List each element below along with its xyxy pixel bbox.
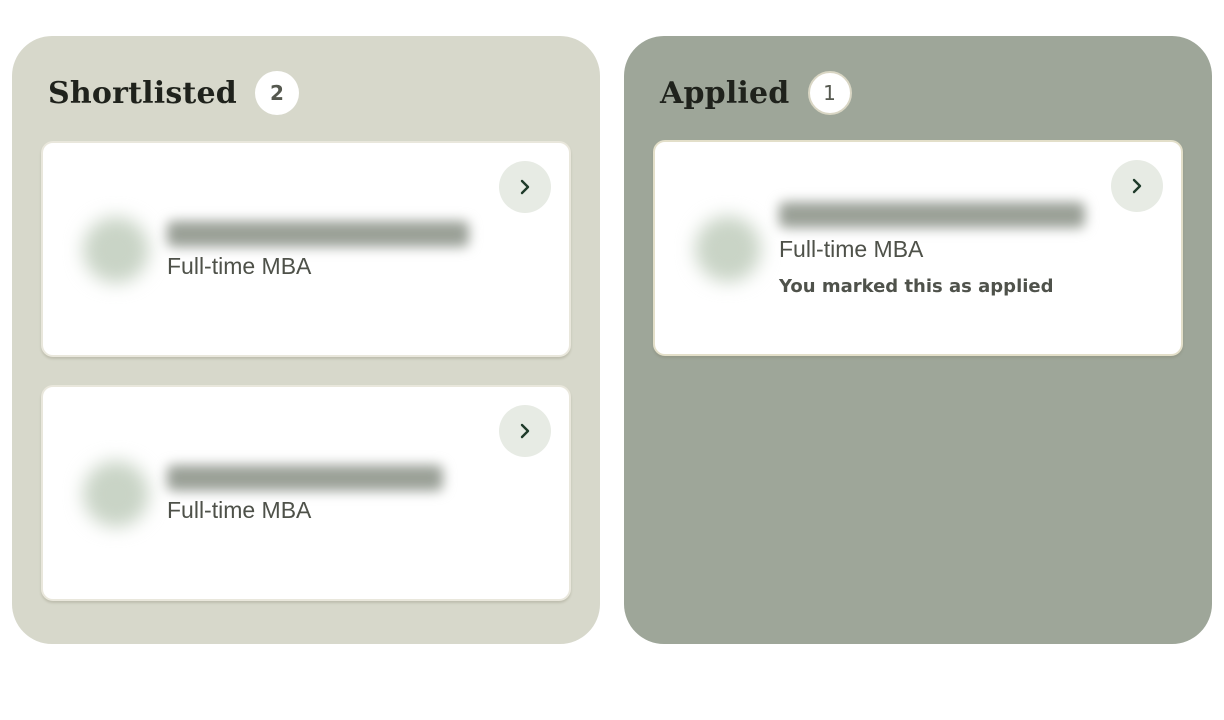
school-name-redacted — [167, 465, 443, 491]
school-logo-avatar — [695, 216, 761, 282]
school-logo-avatar — [83, 461, 149, 527]
count-badge: 2 — [254, 71, 299, 115]
shortlisted-column: Shortlisted 2 Full-time MBA Full-time MB… — [12, 36, 600, 644]
open-card-button[interactable] — [499, 161, 551, 213]
column-title: Applied — [660, 75, 790, 111]
open-card-button[interactable] — [1111, 160, 1163, 212]
open-card-button[interactable] — [499, 405, 551, 457]
shortlisted-column-header: Shortlisted 2 — [48, 70, 299, 116]
column-title: Shortlisted — [48, 75, 237, 111]
applied-column-header: Applied 1 — [660, 70, 852, 116]
school-name-redacted — [779, 202, 1085, 228]
applied-status-text: You marked this as applied — [779, 276, 1054, 297]
applied-column: Applied 1 Full-time MBA You marked this … — [624, 36, 1212, 644]
chevron-right-icon — [520, 179, 530, 195]
program-type: Full-time MBA — [167, 497, 312, 523]
program-card[interactable]: Full-time MBA — [41, 141, 571, 357]
program-card[interactable]: Full-time MBA You marked this as applied — [653, 140, 1183, 356]
program-type: Full-time MBA — [779, 236, 924, 262]
application-board: Shortlisted 2 Full-time MBA Full-time MB… — [0, 0, 1224, 720]
count-badge: 1 — [807, 71, 852, 115]
school-name-redacted — [167, 221, 469, 247]
school-logo-avatar — [83, 217, 149, 283]
chevron-right-icon — [520, 423, 530, 439]
chevron-right-icon — [1132, 178, 1142, 194]
program-card[interactable]: Full-time MBA — [41, 385, 571, 601]
program-type: Full-time MBA — [167, 253, 312, 279]
